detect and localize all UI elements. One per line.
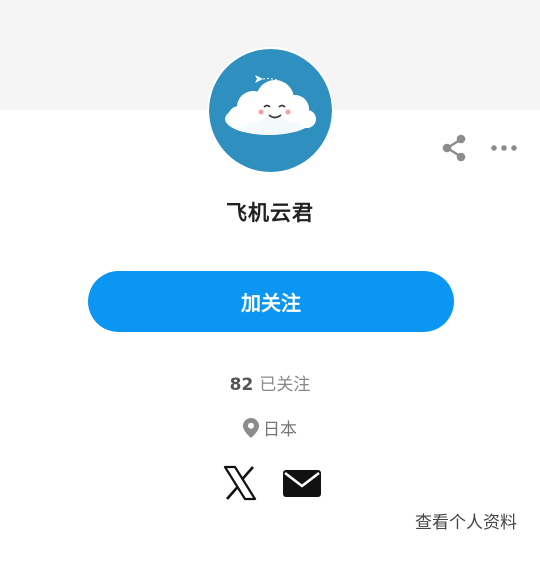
cloud-avatar-image [209,49,332,172]
social-links [222,465,322,501]
location-info: 日本 [0,415,540,443]
view-profile-link[interactable]: 查看个人资料 [415,508,517,533]
location-text: 日本 [263,420,297,440]
share-icon [442,134,466,162]
following-stats[interactable]: 82 已关注 [0,370,540,395]
email-link[interactable] [282,467,322,499]
mail-icon [283,470,321,497]
x-twitter-icon [223,465,257,501]
location-pin-icon [243,418,259,443]
more-horizontal-icon [491,145,517,151]
x-twitter-link[interactable] [222,465,258,501]
more-options-button[interactable] [486,136,522,160]
following-count: 82 [229,375,254,395]
avatar[interactable] [209,49,332,172]
following-label: 已关注 [259,375,311,395]
share-button[interactable] [438,132,470,164]
profile-name: 飞机云君 [226,201,314,225]
follow-button[interactable]: 加关注 [88,271,454,332]
